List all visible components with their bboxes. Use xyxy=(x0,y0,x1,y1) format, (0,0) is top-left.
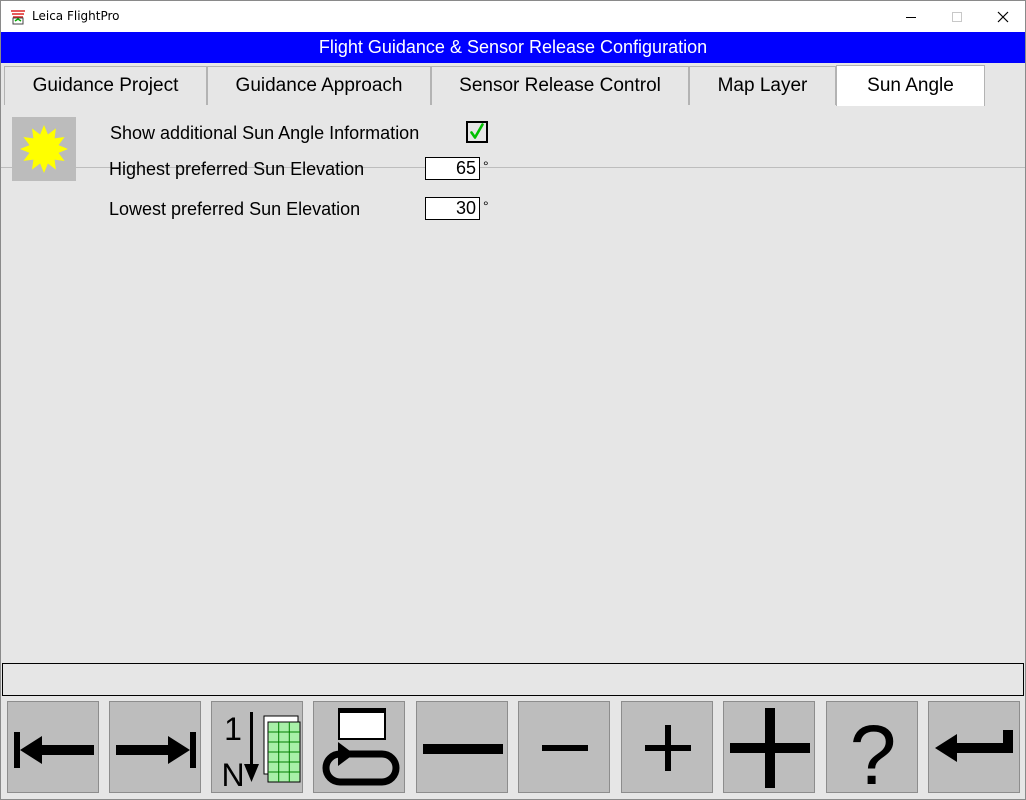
sun-angle-panel: Show additional Sun Angle Information Hi… xyxy=(1,106,1025,663)
window-cycle-icon xyxy=(322,708,400,786)
tab-label: Guidance Project xyxy=(32,75,179,96)
app-logo-icon xyxy=(9,8,27,26)
tab-map-layer[interactable]: Map Layer xyxy=(689,66,836,105)
enter-icon xyxy=(935,730,1013,762)
checkmark-icon xyxy=(470,123,484,139)
tab-label: Guidance Approach xyxy=(235,75,403,96)
decrease-large-button[interactable] xyxy=(416,701,508,793)
help-icon: ? xyxy=(850,708,897,794)
minimize-button[interactable] xyxy=(888,1,934,32)
increase-small-button[interactable] xyxy=(621,701,713,793)
previous-button[interactable] xyxy=(7,701,99,793)
title-bar[interactable]: Leica FlightPro xyxy=(1,1,1025,32)
sun-icon xyxy=(20,125,68,173)
bottom-toolbar: 1 N ? xyxy=(1,698,1025,799)
maximize-button[interactable] xyxy=(934,1,980,32)
lowest-elevation-label: Lowest preferred Sun Elevation xyxy=(109,199,361,219)
help-button[interactable]: ? xyxy=(826,701,918,794)
sun-tile xyxy=(12,117,76,181)
tab-sensor-release-control[interactable]: Sensor Release Control xyxy=(431,66,689,105)
tab-label: Sun Angle xyxy=(867,75,954,96)
tab-sun-angle[interactable]: Sun Angle xyxy=(836,65,985,106)
tab-label: Map Layer xyxy=(717,75,808,96)
tab-bar: Guidance Project Guidance Approach Senso… xyxy=(1,63,1025,168)
highest-elevation-input[interactable]: 65 xyxy=(425,157,480,180)
decrease-small-button[interactable] xyxy=(518,701,610,793)
dialog-header: Flight Guidance & Sensor Release Configu… xyxy=(1,32,1025,63)
degree-unit: ° xyxy=(483,158,489,174)
sort-1-to-n-icon: 1 N xyxy=(221,711,301,793)
degree-unit: ° xyxy=(483,198,489,214)
minimize-icon xyxy=(906,16,916,18)
large-plus-icon xyxy=(730,708,810,788)
arrow-left-bar-icon xyxy=(14,732,94,768)
enter-button[interactable] xyxy=(928,701,1020,793)
cycle-window-button[interactable] xyxy=(313,701,405,793)
sort-button[interactable]: 1 N xyxy=(211,701,303,793)
app-window: Leica FlightPro Flight Guidance & Sensor… xyxy=(0,0,1026,800)
tab-guidance-approach[interactable]: Guidance Approach xyxy=(207,66,431,105)
next-button[interactable] xyxy=(109,701,201,793)
lowest-elevation-input[interactable]: 30 xyxy=(425,197,480,220)
close-button[interactable] xyxy=(980,1,1025,32)
show-sun-info-checkbox[interactable] xyxy=(466,121,488,143)
sort-bottom-text: N xyxy=(221,757,244,793)
show-sun-info-label: Show additional Sun Angle Information xyxy=(110,123,420,143)
small-minus-icon xyxy=(542,745,588,751)
status-bar xyxy=(2,663,1024,696)
window-title: Leica FlightPro xyxy=(32,9,120,23)
help-glyph: ? xyxy=(850,708,897,794)
maximize-icon xyxy=(952,11,962,22)
tab-guidance-project[interactable]: Guidance Project xyxy=(4,66,207,105)
sort-top-text: 1 xyxy=(224,711,242,747)
increase-large-button[interactable] xyxy=(723,701,815,793)
close-icon xyxy=(997,11,1009,22)
highest-elevation-label: Highest preferred Sun Elevation xyxy=(109,159,365,179)
small-plus-icon xyxy=(645,725,691,771)
large-minus-icon xyxy=(423,744,503,754)
tab-label: Sensor Release Control xyxy=(459,75,661,96)
arrow-right-bar-icon xyxy=(116,732,196,768)
